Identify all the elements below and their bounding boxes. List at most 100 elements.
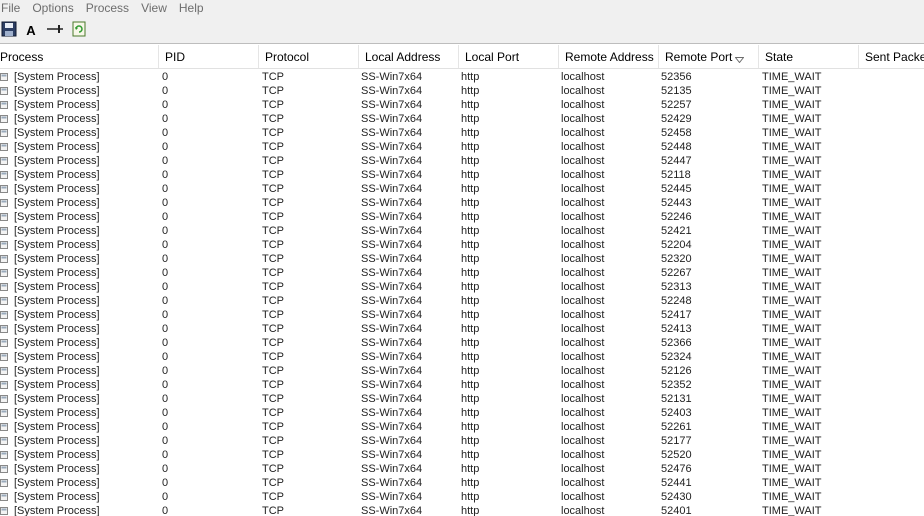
table-row[interactable]: [System Process] 0 TCP SS-Win7x64 http localh… — [0, 238, 924, 252]
table-row[interactable]: [System Process] 0 TCP SS-Win7x64 http localh… — [0, 280, 924, 294]
cell-remote-address: localhost — [561, 169, 605, 181]
cell-pid: 0 — [162, 85, 169, 97]
cell-process: [System Process] — [14, 253, 100, 265]
column-header: Process PID Protocol Local Address Local… — [0, 45, 924, 69]
table-row[interactable]: [System Process] 0 TCP SS-Win7x64 http localh… — [0, 476, 924, 490]
table-row[interactable]: [System Process] 0 TCP SS-Win7x64 http localh… — [0, 322, 924, 336]
cell-protocol: TCP — [262, 449, 284, 461]
col-state[interactable]: State — [759, 45, 859, 68]
cell-local-address: SS-Win7x64 — [361, 169, 423, 181]
col-protocol[interactable]: Protocol — [259, 45, 359, 68]
cell-local-port: http — [461, 505, 480, 516]
cell-state: TIME_WAIT — [762, 211, 822, 223]
menu-options[interactable]: Options — [26, 1, 79, 15]
menu-file[interactable]: File — [0, 1, 26, 15]
cell-local-address: SS-Win7x64 — [361, 113, 423, 125]
process-icon — [0, 157, 8, 165]
menu-view[interactable]: View — [135, 1, 173, 15]
cell-pid: 0 — [162, 155, 169, 167]
table-row[interactable]: [System Process] 0 TCP SS-Win7x64 http localh… — [0, 224, 924, 238]
table-row[interactable]: [System Process] 0 TCP SS-Win7x64 http localh… — [0, 462, 924, 476]
table-row[interactable]: [System Process] 0 TCP SS-Win7x64 http localh… — [0, 196, 924, 210]
col-local-address[interactable]: Local Address — [359, 45, 459, 68]
table-row[interactable]: [System Process] 0 TCP SS-Win7x64 http localh… — [0, 210, 924, 224]
cell-remote-address: localhost — [561, 463, 605, 475]
col-sent-packets[interactable]: Sent Packets — [859, 45, 924, 68]
table-row[interactable]: [System Process] 0 TCP SS-Win7x64 http localh… — [0, 392, 924, 406]
cell-pid: 0 — [162, 323, 169, 335]
cell-protocol: TCP — [262, 155, 284, 167]
cell-process: [System Process] — [14, 225, 100, 237]
table-row[interactable]: [System Process] 0 TCP SS-Win7x64 http localh… — [0, 154, 924, 168]
cell-local-port: http — [461, 421, 480, 433]
cell-pid: 0 — [162, 197, 169, 209]
table-row[interactable]: [System Process] 0 TCP SS-Win7x64 http localh… — [0, 182, 924, 196]
cell-protocol: TCP — [262, 183, 284, 195]
table-row[interactable]: [System Process] 0 TCP SS-Win7x64 http localh… — [0, 490, 924, 504]
cell-state: TIME_WAIT — [762, 141, 822, 153]
table-row[interactable]: [System Process] 0 TCP SS-Win7x64 http localh… — [0, 98, 924, 112]
cell-protocol: TCP — [262, 253, 284, 265]
table-row[interactable]: [System Process] 0 TCP SS-Win7x64 http localh… — [0, 126, 924, 140]
pin-button[interactable] — [46, 21, 64, 39]
font-button[interactable]: A — [22, 21, 40, 39]
table-row[interactable]: [System Process] 0 TCP SS-Win7x64 http localh… — [0, 140, 924, 154]
cell-local-port: http — [461, 99, 480, 111]
cell-pid: 0 — [162, 295, 169, 307]
col-local-port[interactable]: Local Port — [459, 45, 559, 68]
save-button[interactable] — [0, 21, 18, 39]
process-icon — [0, 129, 8, 137]
process-icon — [0, 395, 8, 403]
cell-remote-port: 52313 — [661, 281, 692, 293]
menu-help[interactable]: Help — [173, 1, 210, 15]
table-row[interactable]: [System Process] 0 TCP SS-Win7x64 http localh… — [0, 168, 924, 182]
cell-process: [System Process] — [14, 85, 100, 97]
cell-remote-port: 52413 — [661, 323, 692, 335]
table-row[interactable]: [System Process] 0 TCP SS-Win7x64 http localh… — [0, 434, 924, 448]
cell-state: TIME_WAIT — [762, 449, 822, 461]
process-icon — [0, 465, 8, 473]
refresh-button[interactable] — [70, 21, 88, 39]
table-row[interactable]: [System Process] 0 TCP SS-Win7x64 http localh… — [0, 308, 924, 322]
table-row[interactable]: [System Process] 0 TCP SS-Win7x64 http localh… — [0, 336, 924, 350]
cell-local-address: SS-Win7x64 — [361, 267, 423, 279]
col-remote-address[interactable]: Remote Address — [559, 45, 659, 68]
cell-local-address: SS-Win7x64 — [361, 407, 423, 419]
cell-remote-port: 52430 — [661, 491, 692, 503]
table-row[interactable]: [System Process] 0 TCP SS-Win7x64 http localh… — [0, 252, 924, 266]
table-row[interactable]: [System Process] 0 TCP SS-Win7x64 http localh… — [0, 504, 924, 516]
cell-remote-address: localhost — [561, 435, 605, 447]
cell-pid: 0 — [162, 505, 169, 516]
cell-protocol: TCP — [262, 365, 284, 377]
menu-process[interactable]: Process — [80, 1, 135, 15]
cell-local-address: SS-Win7x64 — [361, 449, 423, 461]
cell-remote-port: 52520 — [661, 449, 692, 461]
cell-process: [System Process] — [14, 477, 100, 489]
table-row[interactable]: [System Process] 0 TCP SS-Win7x64 http localh… — [0, 378, 924, 392]
cell-protocol: TCP — [262, 225, 284, 237]
table-row[interactable]: [System Process] 0 TCP SS-Win7x64 http localh… — [0, 84, 924, 98]
table-row[interactable]: [System Process] 0 TCP SS-Win7x64 http localh… — [0, 364, 924, 378]
col-pid[interactable]: PID — [159, 45, 259, 68]
table-row[interactable]: [System Process] 0 TCP SS-Win7x64 http localh… — [0, 406, 924, 420]
cell-remote-port: 52352 — [661, 379, 692, 391]
table-row[interactable]: [System Process] 0 TCP SS-Win7x64 http localh… — [0, 420, 924, 434]
cell-protocol: TCP — [262, 239, 284, 251]
table-row[interactable]: [System Process] 0 TCP SS-Win7x64 http localh… — [0, 266, 924, 280]
cell-pid: 0 — [162, 491, 169, 503]
col-process[interactable]: Process — [0, 45, 159, 68]
table-row[interactable]: [System Process] 0 TCP SS-Win7x64 http localh… — [0, 294, 924, 308]
table-row[interactable]: [System Process] 0 TCP SS-Win7x64 http localh… — [0, 350, 924, 364]
table-row[interactable]: [System Process] 0 TCP SS-Win7x64 http localh… — [0, 112, 924, 126]
cell-local-port: http — [461, 491, 480, 503]
cell-remote-address: localhost — [561, 491, 605, 503]
process-icon — [0, 185, 8, 193]
cell-pid: 0 — [162, 183, 169, 195]
cell-local-address: SS-Win7x64 — [361, 463, 423, 475]
table-row[interactable]: [System Process] 0 TCP SS-Win7x64 http localh… — [0, 448, 924, 462]
table-row[interactable]: [System Process] 0 TCP SS-Win7x64 http localh… — [0, 70, 924, 84]
cell-remote-port: 52458 — [661, 127, 692, 139]
cell-local-address: SS-Win7x64 — [361, 99, 423, 111]
cell-remote-port: 52429 — [661, 113, 692, 125]
col-remote-port[interactable]: Remote Port — [659, 45, 759, 68]
